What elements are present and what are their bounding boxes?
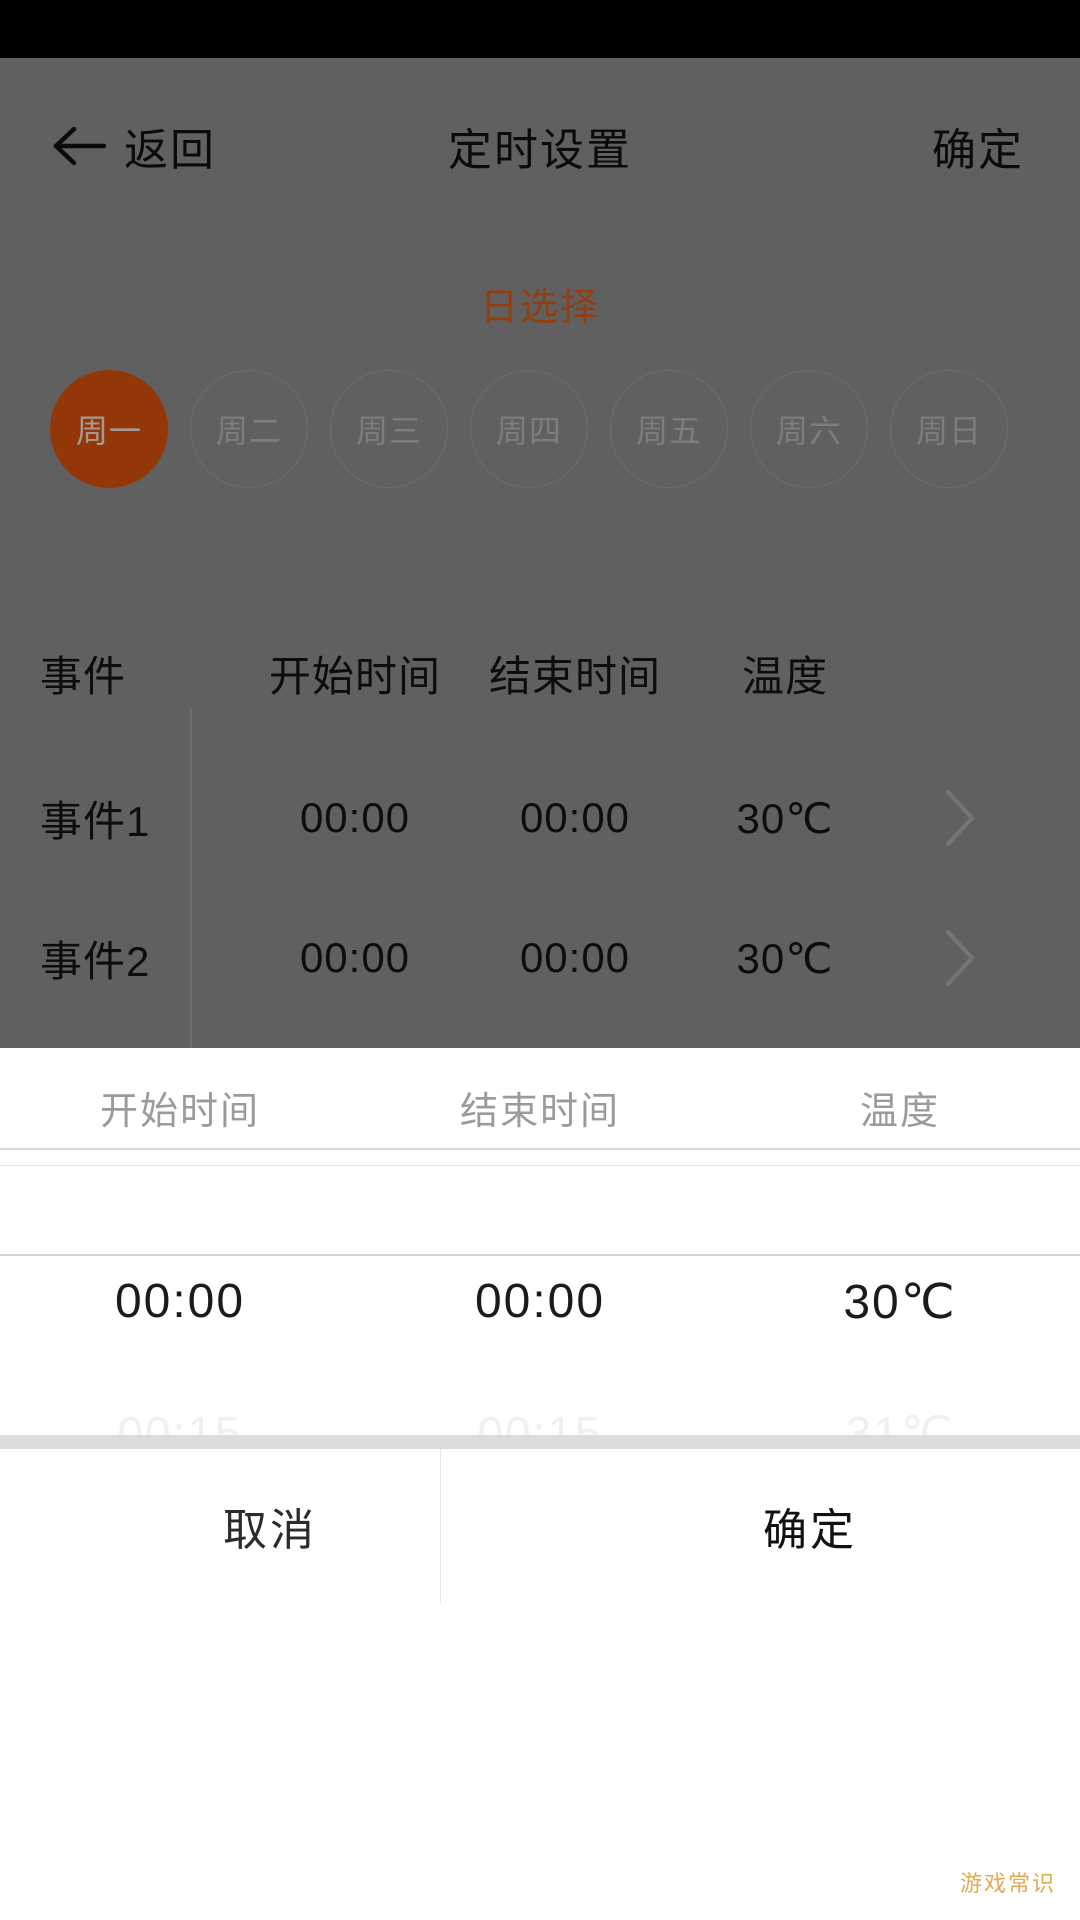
picker-selected-value: 00:00 <box>474 1275 606 1328</box>
day-chip-label: 周四 <box>495 413 562 449</box>
cell-end-time: 00:00 <box>519 934 631 981</box>
cell-start-time: 00:00 <box>299 794 411 841</box>
day-chip-label: 周一 <box>75 413 142 449</box>
picker-selected-value: 00:00 <box>114 1275 246 1328</box>
cell-event-name: 事件2 <box>40 937 151 985</box>
table-row[interactable]: 事件3 00:00 00:00 30℃ <box>0 1028 1080 1048</box>
picker-selected-value: 30℃ <box>843 1276 957 1329</box>
cell-end-time: 00:00 <box>519 794 631 841</box>
timer-settings-page: 定时设置 返回 确定 日选择 周一 周二 周三 周四 周五 周六 周日 事件 开… <box>0 58 1080 1048</box>
table-row[interactable]: 事件2 00:00 00:00 30℃ <box>0 888 1080 1028</box>
day-selector: 周一 周二 周三 周四 周五 周六 周日 <box>0 370 1080 488</box>
cell-event-name: 事件1 <box>40 797 151 845</box>
navigation-bar: 定时设置 返回 确定 <box>0 102 1080 190</box>
sheet-separator <box>0 1435 1080 1449</box>
app-screen: 定时设置 返回 确定 日选择 周一 周二 周三 周四 周五 周六 周日 事件 开… <box>0 0 1080 1920</box>
event-table-header: 事件 开始时间 结束时间 温度 <box>0 618 1080 728</box>
watermark: 游戏常识 <box>959 1871 1056 1896</box>
table-row[interactable]: 事件1 00:00 00:00 30℃ <box>0 748 1080 888</box>
cancel-button[interactable]: 取消 <box>0 1449 540 1603</box>
picker-selection-line-top <box>0 1148 1080 1150</box>
day-chip-monday[interactable]: 周一 <box>50 370 168 488</box>
column-header-end-time: 结束时间 <box>488 652 661 700</box>
column-header-event: 事件 <box>40 652 127 700</box>
status-bar <box>0 0 1080 58</box>
back-button[interactable]: 返回 <box>52 102 216 190</box>
column-header-temperature: 温度 <box>741 652 828 700</box>
chevron-right-icon <box>946 790 974 846</box>
day-chip-label: 周二 <box>215 413 282 449</box>
day-chip-saturday[interactable]: 周六 <box>750 370 868 488</box>
picker-header-end-time: 结束时间 <box>459 1090 620 1133</box>
picker-header-temperature: 温度 <box>859 1090 940 1133</box>
day-chip-tuesday[interactable]: 周二 <box>190 370 308 488</box>
back-button-label: 返回 <box>124 126 216 175</box>
day-chip-wednesday[interactable]: 周三 <box>330 370 448 488</box>
day-chip-label: 周五 <box>635 413 702 449</box>
day-selector-title: 日选择 <box>479 287 600 329</box>
picker-header-start-time: 开始时间 <box>99 1090 260 1133</box>
confirm-button[interactable]: 确定 <box>540 1449 1080 1603</box>
cell-temperature: 30℃ <box>736 934 834 982</box>
column-header-start-time: 开始时间 <box>268 652 441 700</box>
cell-start-time: 00:00 <box>299 934 411 981</box>
chevron-right-icon <box>946 930 974 986</box>
day-chip-friday[interactable]: 周五 <box>610 370 728 488</box>
day-chip-label: 周六 <box>775 413 842 449</box>
day-chip-thursday[interactable]: 周四 <box>470 370 588 488</box>
cell-temperature: 30℃ <box>736 794 834 842</box>
action-bar-divider <box>440 1449 441 1603</box>
picker-selection-line-bottom <box>0 1254 1080 1256</box>
arrow-left-icon <box>53 126 106 166</box>
header-confirm-button[interactable]: 确定 <box>932 102 1024 190</box>
day-chip-label: 周三 <box>355 413 422 449</box>
time-temperature-picker-sheet: 开始时间 结束时间 温度 00:00 00:15 00:30 00:00 00:… <box>0 1048 1080 1920</box>
day-chip-sunday[interactable]: 周日 <box>890 370 1008 488</box>
sheet-action-bar: 取消 确定 <box>0 1449 1080 1603</box>
day-chip-label: 周日 <box>915 413 982 449</box>
